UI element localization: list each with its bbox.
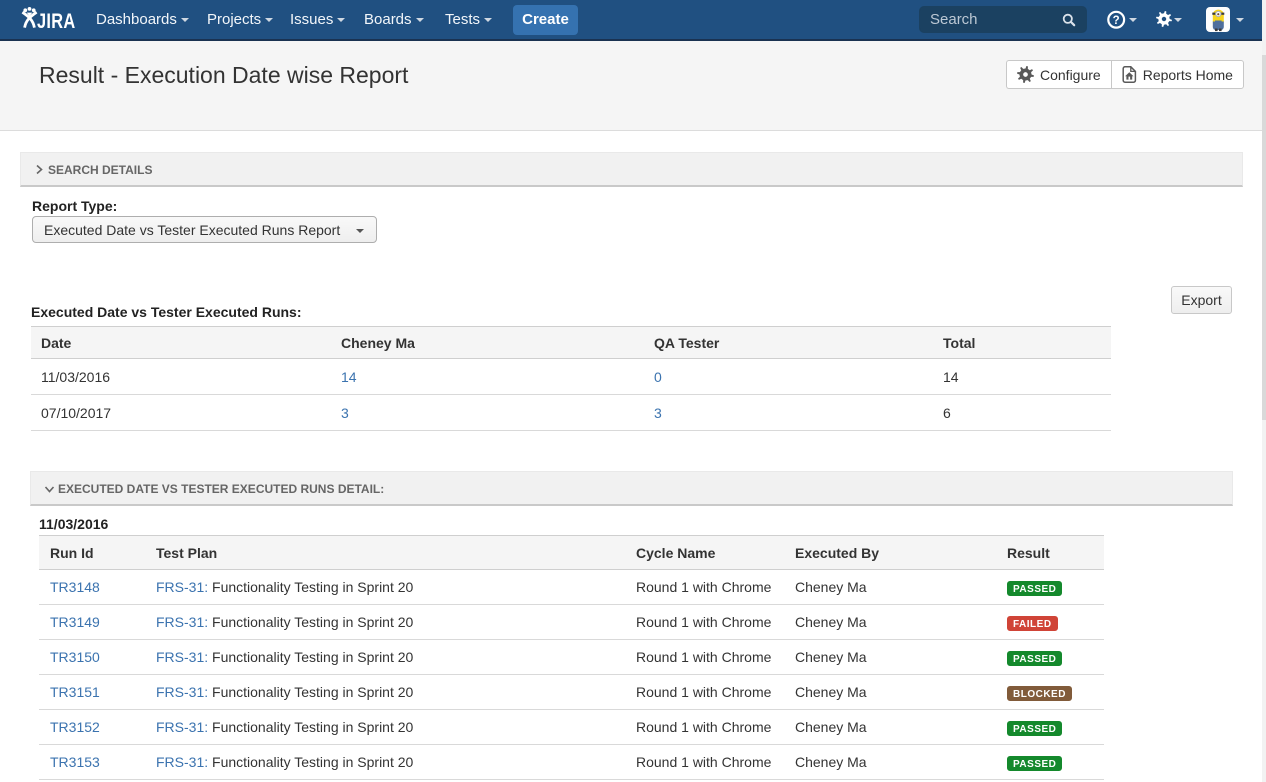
svg-text:JIRA: JIRA [37,9,76,32]
svg-text:?: ? [1113,15,1120,27]
